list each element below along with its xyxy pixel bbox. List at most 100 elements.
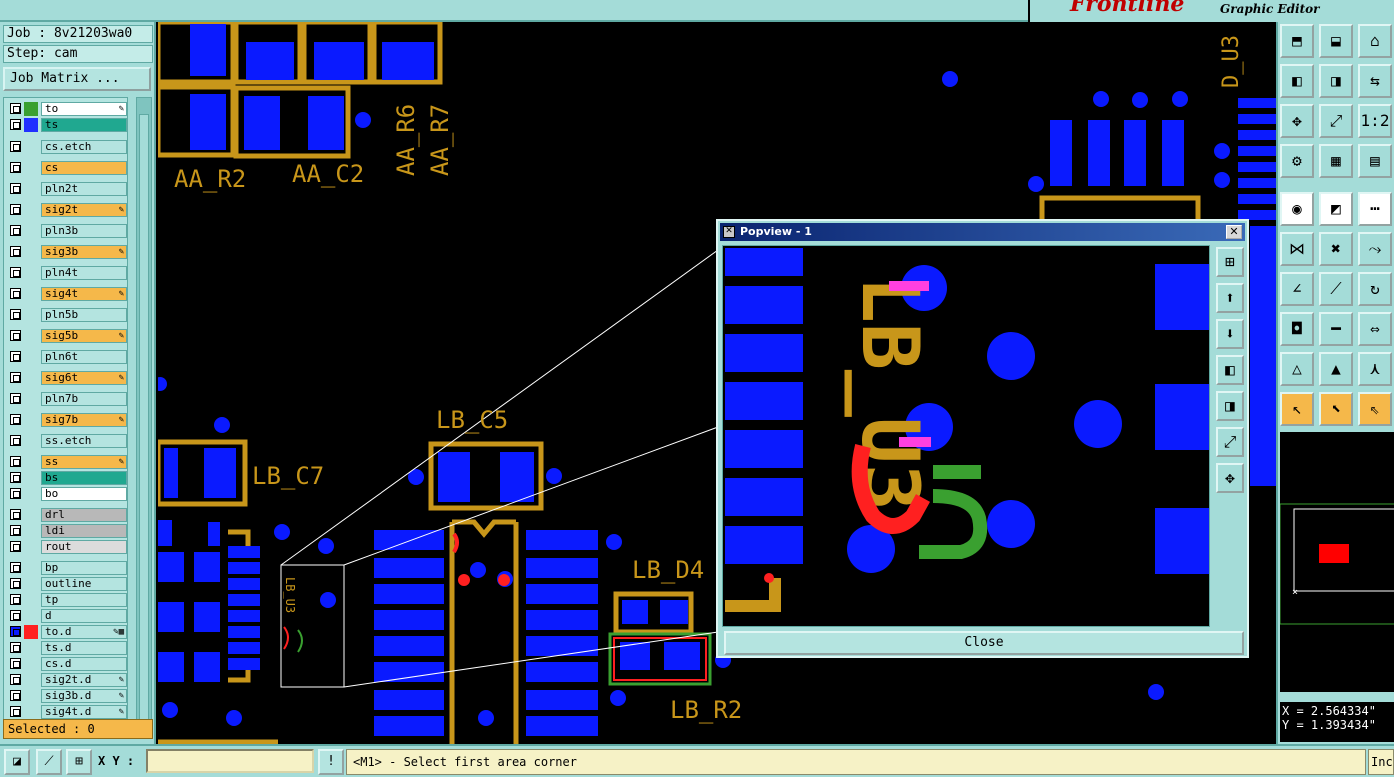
layer-name[interactable]: sig2t.d ✎: [41, 673, 127, 687]
layer-row[interactable]: sig5b ✎: [7, 329, 127, 343]
layer-name[interactable]: drl: [41, 508, 127, 522]
layer-name[interactable]: pln6t: [41, 350, 127, 364]
zoom-area-button[interactable]: ◪: [4, 749, 30, 775]
layer-color-swatch[interactable]: [24, 161, 38, 175]
layer-color-swatch[interactable]: [24, 245, 38, 259]
layer-checkbox[interactable]: [10, 578, 21, 589]
layer-row[interactable]: to.d ✎▦: [7, 625, 127, 639]
layer-row[interactable]: sig4t.d ✎: [7, 705, 127, 719]
layer-color-swatch[interactable]: [24, 593, 38, 607]
diag-line-button[interactable]: ⟋: [1319, 272, 1353, 306]
drc-point-button[interactable]: ◘: [1280, 312, 1314, 346]
layer-color-swatch[interactable]: [24, 508, 38, 522]
snap-button[interactable]: ⚙: [1280, 144, 1314, 178]
layer-checkbox[interactable]: [10, 414, 21, 425]
layer-checkbox[interactable]: [10, 393, 21, 404]
fit-screen-button[interactable]: ⬒: [1280, 24, 1314, 58]
layer-row[interactable]: pln7b: [7, 392, 127, 406]
layer-row[interactable]: sig6t ✎: [7, 371, 127, 385]
layer-row[interactable]: cs.d: [7, 657, 127, 671]
popview-pan-left-button[interactable]: ◧: [1216, 355, 1244, 385]
popview-close-button[interactable]: Close: [724, 631, 1244, 655]
layer-row[interactable]: pln4t: [7, 266, 127, 280]
net-button[interactable]: ⋈: [1280, 232, 1314, 266]
layer-list-scrollbar[interactable]: [136, 97, 152, 737]
popview-titlebar[interactable]: ✕ Popview - 1 ✕: [720, 223, 1245, 241]
layer-color-swatch[interactable]: [24, 392, 38, 406]
layer-name[interactable]: pln3b: [41, 224, 127, 238]
layer-row[interactable]: outline: [7, 577, 127, 591]
layer-row[interactable]: bp: [7, 561, 127, 575]
layer-name[interactable]: ss.etch: [41, 434, 127, 448]
zoom-fit-button[interactable]: ⤢: [1319, 104, 1353, 138]
popview-pan-down-button[interactable]: ⬇: [1216, 319, 1244, 349]
layer-checkbox[interactable]: [10, 509, 21, 520]
home-button[interactable]: ⌂: [1358, 24, 1392, 58]
popview-pan-right-button[interactable]: ◨: [1216, 391, 1244, 421]
ruler-button[interactable]: ┅: [1358, 192, 1392, 226]
pan-right-button[interactable]: ◨: [1319, 64, 1353, 98]
zoom-center-button[interactable]: ✥: [1280, 104, 1314, 138]
layer-checkbox[interactable]: [10, 541, 21, 552]
layer-name[interactable]: ss ✎: [41, 455, 127, 469]
cursor-c-button[interactable]: ⇖: [1358, 392, 1392, 426]
layer-row[interactable]: to ✎: [7, 102, 127, 116]
layer-color-swatch[interactable]: [24, 705, 38, 719]
layer-name[interactable]: sig6t ✎: [41, 371, 127, 385]
layer-name[interactable]: ts.d: [41, 641, 127, 655]
measure-point-button[interactable]: ◉: [1280, 192, 1314, 226]
layer-checkbox[interactable]: [10, 309, 21, 320]
layer-checkbox[interactable]: [10, 119, 21, 130]
layer-checkbox[interactable]: [10, 225, 21, 236]
cursor-b-button[interactable]: ⬉: [1319, 392, 1353, 426]
layer-color-swatch[interactable]: [24, 487, 38, 501]
triangle-c-button[interactable]: ⋏: [1358, 352, 1392, 386]
layer-name[interactable]: bo: [41, 487, 127, 501]
layer-color-swatch[interactable]: [24, 689, 38, 703]
layer-row[interactable]: pln6t: [7, 350, 127, 364]
layer-name[interactable]: bp: [41, 561, 127, 575]
layer-color-swatch[interactable]: [24, 224, 38, 238]
layer-checkbox[interactable]: [10, 690, 21, 701]
layer-color-swatch[interactable]: [24, 641, 38, 655]
layer-checkbox[interactable]: [10, 330, 21, 341]
scrollbar-thumb[interactable]: [139, 114, 149, 720]
flip-button[interactable]: ⇆: [1358, 64, 1392, 98]
layer-color-swatch[interactable]: [24, 266, 38, 280]
layer-checkbox[interactable]: [10, 288, 21, 299]
cursor-a-button[interactable]: ↖: [1280, 392, 1314, 426]
popview-fit-button[interactable]: ⤢: [1216, 427, 1244, 457]
popview-pan-up-button[interactable]: ⬆: [1216, 283, 1244, 313]
overview-map[interactable]: ×: [1279, 432, 1394, 692]
layer-row[interactable]: tp: [7, 593, 127, 607]
rotate-button[interactable]: ↻: [1358, 272, 1392, 306]
layer-name[interactable]: bs: [41, 471, 127, 485]
layer-color-swatch[interactable]: [24, 182, 38, 196]
layer-checkbox[interactable]: [10, 658, 21, 669]
layer-name[interactable]: sig4t ✎: [41, 287, 127, 301]
layer-color-swatch[interactable]: [24, 524, 38, 538]
connect-button[interactable]: ⤳: [1358, 232, 1392, 266]
layer-row[interactable]: sig2t ✎: [7, 203, 127, 217]
layer-color-swatch[interactable]: [24, 371, 38, 385]
snap-button[interactable]: ⊞: [66, 749, 92, 775]
layer-name[interactable]: tp: [41, 593, 127, 607]
layer-row[interactable]: d: [7, 609, 127, 623]
layer-color-swatch[interactable]: [24, 203, 38, 217]
layer-checkbox[interactable]: [10, 706, 21, 717]
scale-1-2-button[interactable]: 1:2: [1358, 104, 1392, 138]
layer-color-swatch[interactable]: [24, 140, 38, 154]
triangle-b-button[interactable]: ▲: [1319, 352, 1353, 386]
zoom-area-button[interactable]: ⬓: [1319, 24, 1353, 58]
layer-name[interactable]: sig5b ✎: [41, 329, 127, 343]
layer-name[interactable]: ts: [41, 118, 127, 132]
layer-color-swatch[interactable]: [24, 673, 38, 687]
job-matrix-button[interactable]: Job Matrix ...: [3, 67, 151, 91]
layer-row[interactable]: ss.etch: [7, 434, 127, 448]
layer-name[interactable]: outline: [41, 577, 127, 591]
layer-row[interactable]: ts: [7, 118, 127, 132]
layer-checkbox[interactable]: [10, 674, 21, 685]
layer-row[interactable]: ts.d: [7, 641, 127, 655]
angle-line-button[interactable]: ∠: [1280, 272, 1314, 306]
layer-checkbox[interactable]: [10, 103, 21, 114]
